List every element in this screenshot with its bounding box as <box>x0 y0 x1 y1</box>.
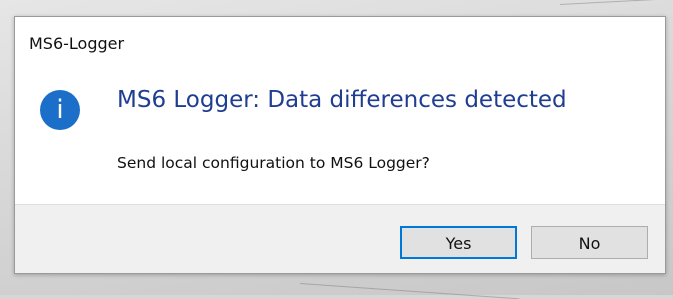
button-bar: Yes No <box>15 204 665 273</box>
no-button[interactable]: No <box>531 226 648 259</box>
dialog-message-text: Send local configuration to MS6 Logger? <box>117 154 430 172</box>
yes-button[interactable]: Yes <box>400 226 517 259</box>
main-instruction: MS6 Logger: Data differences detected <box>117 87 567 113</box>
title-bar[interactable]: MS6-Logger <box>15 17 665 63</box>
window-title: MS6-Logger <box>29 34 125 53</box>
message-dialog: MS6-Logger i MS6 Logger: Data difference… <box>14 16 666 274</box>
information-icon: i <box>40 90 80 130</box>
